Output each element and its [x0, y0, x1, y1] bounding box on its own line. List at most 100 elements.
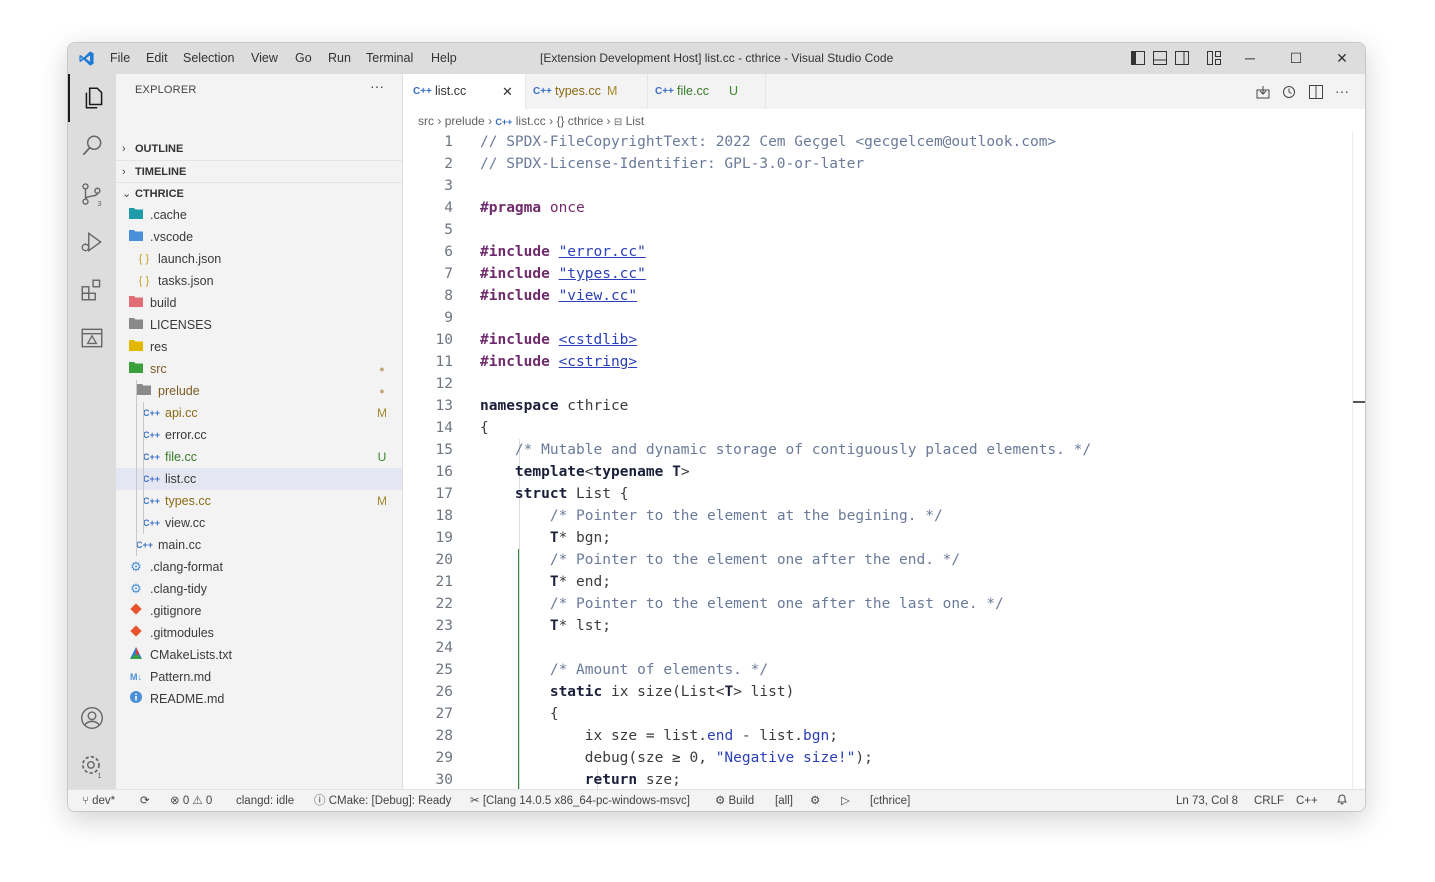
toggle-panel-icon[interactable]: [1153, 51, 1167, 65]
breadcrumb-item[interactable]: List: [626, 114, 645, 128]
breadcrumb-item[interactable]: prelude: [445, 114, 485, 128]
build-target-status[interactable]: [all]: [775, 790, 793, 811]
tree-item[interactable]: ⚙ .clang-format: [116, 556, 402, 578]
chevron-right-icon: ›: [606, 114, 614, 128]
source-control-icon[interactable]: 3: [68, 170, 116, 218]
split-editor-icon[interactable]: [1309, 74, 1323, 109]
maximize-button[interactable]: ☐: [1273, 43, 1319, 74]
problems-status[interactable]: ⊗ 0 ⚠ 0: [170, 790, 212, 811]
menu-go[interactable]: Go: [295, 43, 312, 74]
branch-status[interactable]: ⑂ dev*: [82, 790, 115, 811]
vscode-logo-icon: [78, 50, 95, 72]
code-line: template<typename T>: [480, 461, 690, 483]
cmake-status[interactable]: ⓘ CMake: [Debug]: Ready: [314, 790, 451, 811]
timeline-icon[interactable]: [1282, 74, 1296, 109]
cmake-icon[interactable]: [68, 314, 116, 362]
breadcrumb-item[interactable]: src: [418, 114, 434, 128]
cpp-file-icon: C++: [143, 518, 161, 528]
tree-item-label: .cache: [150, 208, 187, 222]
tree-item[interactable]: prelude ●: [116, 380, 402, 402]
tree-item[interactable]: ⚙ .clang-tidy: [116, 578, 402, 600]
menu-selection[interactable]: Selection: [183, 43, 234, 74]
build-button[interactable]: ⚙ Build: [715, 790, 754, 811]
tree-item[interactable]: C++ error.cc: [116, 424, 402, 446]
breadcrumb-item[interactable]: list.cc: [516, 114, 546, 128]
close-tab-icon[interactable]: ✕: [502, 74, 513, 109]
line-number: 1: [444, 134, 453, 150]
menu-file[interactable]: File: [110, 43, 130, 74]
close-window-button[interactable]: ✕: [1319, 43, 1365, 74]
menu-run[interactable]: Run: [328, 43, 351, 74]
tree-item[interactable]: .gitignore: [116, 600, 402, 622]
tree-item[interactable]: { } tasks.json: [116, 270, 402, 292]
tree-item[interactable]: src ●: [116, 358, 402, 380]
tree-item[interactable]: LICENSES: [116, 314, 402, 336]
tree-item[interactable]: res: [116, 336, 402, 358]
tree-item[interactable]: .vscode: [116, 226, 402, 248]
code-editor[interactable]: 1 // SPDX-FileCopyrightText: 2022 Cem Geç…: [403, 131, 1353, 789]
menu-help[interactable]: Help: [431, 43, 457, 74]
notifications-bell-icon[interactable]: [1336, 790, 1348, 811]
tree-item[interactable]: README.md: [116, 688, 402, 710]
language-mode[interactable]: C++: [1296, 790, 1318, 811]
toggle-secondary-sidebar-icon[interactable]: [1175, 51, 1189, 65]
workspace-section[interactable]: ⌄ CTHRICE: [116, 182, 402, 205]
code-line: {: [480, 703, 559, 725]
line-number: 26: [435, 684, 453, 700]
menu-terminal[interactable]: Terminal: [366, 43, 413, 74]
cursor-position[interactable]: Ln 73, Col 8: [1176, 790, 1238, 811]
manage-icon[interactable]: 1: [68, 742, 116, 790]
folder-open-icon: [128, 226, 144, 248]
tree-item[interactable]: M↓ Pattern.md: [116, 666, 402, 688]
tree-item-label: build: [150, 296, 177, 310]
menu-edit[interactable]: Edit: [146, 43, 168, 74]
tree-item[interactable]: C++ api.cc M: [116, 402, 402, 424]
tree-item[interactable]: C++ list.cc: [116, 468, 402, 490]
toggle-primary-sidebar-icon[interactable]: [1131, 51, 1145, 65]
search-icon[interactable]: [68, 122, 116, 170]
extensions-icon[interactable]: [68, 266, 116, 314]
tree-item[interactable]: .gitmodules: [116, 622, 402, 644]
tab-list-cc[interactable]: C++ list.cc ✕: [403, 74, 526, 109]
minimize-button[interactable]: ─: [1227, 43, 1273, 74]
account-icon[interactable]: [68, 694, 116, 742]
scrollbar-thumb[interactable]: [1353, 401, 1365, 403]
code-token: /* Amount of elements. */: [549, 662, 769, 678]
tree-item[interactable]: C++ view.cc: [116, 512, 402, 534]
customize-layout-icon[interactable]: [1207, 51, 1221, 65]
launch-target-status[interactable]: [cthrice]: [870, 790, 910, 811]
outline-section[interactable]: › OUTLINE: [116, 138, 402, 160]
run-icon[interactable]: ▷: [841, 790, 850, 811]
git-status-badge: ●: [379, 386, 385, 396]
cmake-kit-status[interactable]: ✂ [Clang 14.0.5 x86_64-pc-windows-msvc]: [470, 790, 690, 811]
more-actions-icon[interactable]: ···: [370, 78, 384, 94]
more-actions-icon[interactable]: ···: [1335, 74, 1349, 109]
timeline-section[interactable]: › TIMELINE: [116, 160, 402, 183]
tree-item[interactable]: .cache: [116, 204, 402, 226]
code-line: T* bgn;: [480, 527, 611, 549]
breadcrumb-item[interactable]: {} cthrice: [556, 114, 603, 128]
explorer-icon[interactable]: [68, 74, 118, 122]
tree-item[interactable]: C++ file.cc U: [116, 446, 402, 468]
tree-item[interactable]: build: [116, 292, 402, 314]
tree-item[interactable]: { } launch.json: [116, 248, 402, 270]
debug-bug-icon[interactable]: ⚙: [810, 790, 820, 811]
tree-item-label: error.cc: [165, 428, 207, 442]
tab-types-cc[interactable]: C++ types.cc M: [525, 74, 648, 109]
tree-item[interactable]: C++ main.cc: [116, 534, 402, 556]
menu-view[interactable]: View: [251, 43, 278, 74]
sidebar-title: EXPLORER: [135, 84, 197, 96]
clangd-status[interactable]: clangd: idle: [236, 790, 294, 811]
open-changes-icon[interactable]: [1256, 74, 1270, 109]
eol-status[interactable]: CRLF: [1254, 790, 1284, 811]
vertical-scrollbar[interactable]: [1352, 131, 1365, 789]
run-debug-icon[interactable]: [68, 218, 116, 266]
tree-item[interactable]: C++ types.cc M: [116, 490, 402, 512]
tab-file-cc[interactable]: C++ file.cc U: [647, 74, 766, 109]
tree-item[interactable]: CMakeLists.txt: [116, 644, 402, 666]
sync-icon[interactable]: ⟳: [140, 790, 150, 811]
